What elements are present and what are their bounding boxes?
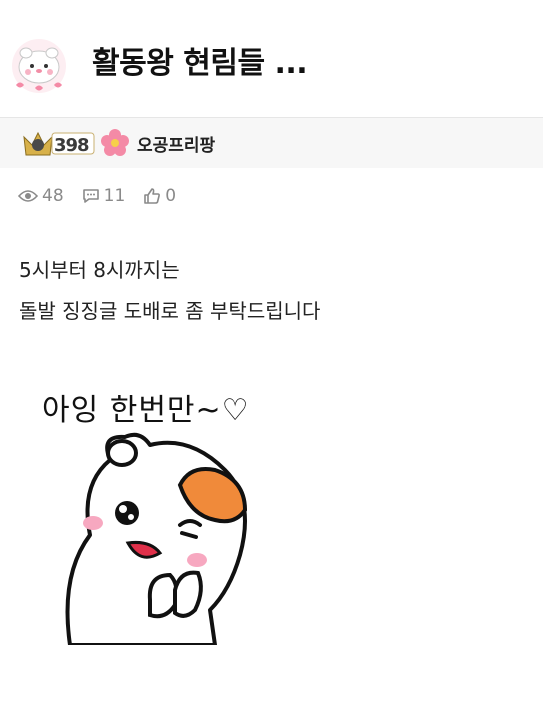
comment-count-value: 11 xyxy=(103,186,126,206)
hamster-sticker: 아잉 한번만~♡ xyxy=(30,375,290,645)
like-count[interactable]: 0 xyxy=(143,186,176,206)
comment-count[interactable]: 11 xyxy=(82,186,126,206)
comment-icon xyxy=(82,189,99,203)
flower-icon xyxy=(101,129,129,156)
like-count-value: 0 xyxy=(165,186,177,206)
eye-icon xyxy=(18,190,38,202)
avatar[interactable] xyxy=(8,33,70,95)
view-count-value: 48 xyxy=(42,186,64,206)
post-header: 활동왕 현림들 ... xyxy=(0,0,543,118)
sticker-caption: 아잉 한번만~♡ xyxy=(42,393,250,428)
post-stats: 48 11 0 xyxy=(18,184,194,208)
body-text-line: 5시부터 8시까지는 xyxy=(19,258,180,282)
level-number: 398 xyxy=(54,135,90,156)
thumbs-up-icon xyxy=(144,188,161,204)
body-text-line: 돌발 징징글 도배로 좀 부탁드립니다 xyxy=(19,299,321,323)
author-nickname[interactable]: 오공프리팡 xyxy=(137,131,215,156)
author-bar: 398 오공프리팡 xyxy=(0,118,543,168)
view-count: 48 xyxy=(18,186,64,206)
page-title: 활동왕 현림들 ... xyxy=(92,46,308,81)
level-badge: 398 xyxy=(22,129,96,157)
